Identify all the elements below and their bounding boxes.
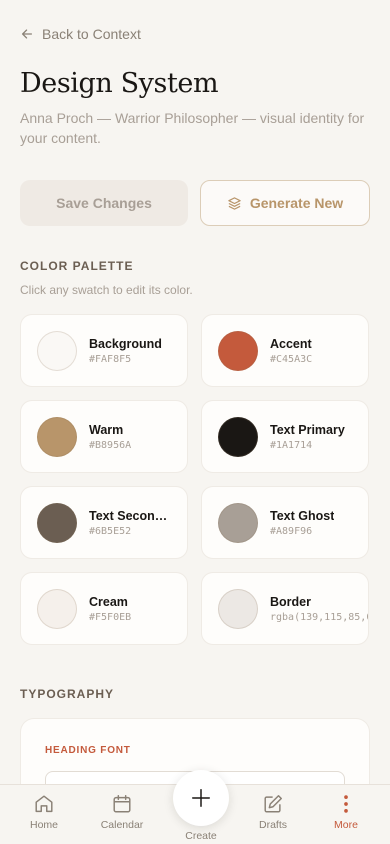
swatch-card-text-ghost[interactable]: Text Ghost #A89F96 — [201, 486, 369, 559]
swatch-value: #C45A3C — [270, 353, 313, 365]
swatch-card-text-primary[interactable]: Text Primary #1A1714 — [201, 400, 369, 473]
generate-new-label: Generate New — [249, 195, 344, 211]
tab-home[interactable]: Home — [9, 793, 79, 837]
typography-heading: TYPOGRAPHY — [20, 687, 115, 701]
more-vertical-icon — [344, 795, 348, 813]
tab-calendar-label: Calendar — [100, 819, 144, 831]
arrow-left-icon — [21, 29, 33, 39]
swatch-value: rgba(139,115,85,0. — [270, 611, 369, 623]
swatch-color — [37, 502, 77, 543]
color-palette-heading: COLOR PALETTE — [20, 259, 134, 273]
tab-more[interactable]: More — [311, 793, 381, 837]
swatch-name: Background — [89, 336, 162, 351]
swatch-value: #F5F0EB — [89, 611, 132, 623]
tab-drafts-label: Drafts — [258, 819, 287, 831]
swatch-color — [218, 330, 258, 371]
swatch-name: Accent — [270, 336, 312, 351]
tab-drafts[interactable]: Drafts — [238, 793, 308, 837]
swatch-name: Warm — [89, 422, 124, 437]
swatch-color — [37, 330, 77, 371]
swatch-value: #A89F96 — [270, 525, 313, 537]
tab-home-label: Home — [29, 819, 58, 831]
action-bar: Save Changes Generate New — [20, 180, 370, 226]
swatch-card-cream[interactable]: Cream #F5F0EB — [20, 572, 188, 645]
save-changes-label: Save Changes — [56, 195, 152, 211]
create-label: Create — [185, 830, 217, 842]
layers-icon — [228, 196, 241, 210]
swatch-grid: Background #FAF8F5 Accent #C45A3C Warm #… — [20, 314, 370, 645]
generate-new-button[interactable]: Generate New — [200, 180, 370, 226]
swatch-card-accent[interactable]: Accent #C45A3C — [201, 314, 369, 387]
swatch-card-warm[interactable]: Warm #B8956A — [20, 400, 188, 473]
swatch-name: Text Ghost — [270, 508, 335, 523]
swatch-card-border[interactable]: Border rgba(139,115,85,0. — [201, 572, 369, 645]
create-button[interactable] — [173, 770, 229, 826]
plus-icon — [192, 789, 210, 807]
save-changes-button[interactable]: Save Changes — [20, 180, 188, 226]
tab-more-label: More — [334, 819, 358, 831]
swatch-name: Text Primary — [270, 422, 345, 437]
back-link-label: Back to Context — [42, 26, 141, 42]
edit-icon — [264, 795, 282, 813]
tab-calendar[interactable]: Calendar — [87, 793, 157, 837]
swatch-value: #1A1714 — [270, 439, 313, 451]
swatch-value: #6B5E52 — [89, 525, 132, 537]
color-palette-hint: Click any swatch to edit its color. — [20, 283, 193, 297]
swatch-value: #FAF8F5 — [89, 353, 132, 365]
swatch-value: #B8956A — [89, 439, 132, 451]
swatch-color — [218, 502, 258, 543]
swatch-name: Cream — [89, 594, 128, 609]
swatch-card-text-secondary[interactable]: Text Secondary #6B5E52 — [20, 486, 188, 559]
swatch-card-background[interactable]: Background #FAF8F5 — [20, 314, 188, 387]
calendar-icon — [113, 795, 131, 813]
swatch-name: Text Secondary — [89, 508, 171, 523]
page-title: Design System — [20, 68, 219, 99]
page-subtitle: Anna Proch — Warrior Philosopher — visua… — [20, 110, 365, 146]
back-link[interactable]: Back to Context — [20, 24, 141, 44]
home-icon — [35, 795, 53, 813]
swatch-color — [37, 588, 77, 629]
heading-font-label: HEADING FONT — [45, 745, 131, 756]
swatch-name: Border — [270, 594, 311, 609]
swatch-color — [218, 588, 258, 629]
swatch-color — [37, 416, 77, 457]
swatch-color — [218, 416, 258, 457]
